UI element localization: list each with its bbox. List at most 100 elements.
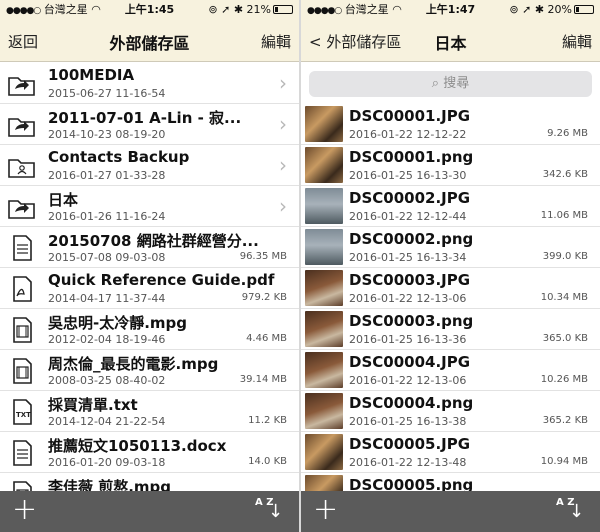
item-size: 10.26 MB	[540, 374, 588, 385]
item-date: 2016-01-22 12-13-48	[349, 456, 467, 469]
screenshot-stage: ●●●●○ 台灣之星 ◠ 上午1:45 ⊚ ➚ ✱ 21% 返回 外部儲存區 編…	[0, 0, 600, 532]
sort-button[interactable]: A Z ↓	[255, 497, 285, 527]
photo-thumbnail	[305, 147, 343, 183]
item-size: 14.0 KB	[248, 456, 287, 467]
pdf-icon	[4, 272, 40, 305]
bluetooth-icon: ✱	[534, 3, 545, 16]
item-date: 2016-01-22 12-12-44	[349, 210, 467, 223]
item-date: 2014-12-04 21-22-54	[48, 415, 166, 428]
list-item[interactable]: 周杰倫_最長的電影.mpg 2008-03-25 08-40-02 39.14 MB	[0, 350, 299, 391]
file-list: 100MEDIA 2015-06-27 11-16-54 › 2011-07-01 A…	[0, 63, 299, 514]
item-size: 10.94 MB	[540, 456, 588, 467]
edit-button[interactable]: 編輯	[562, 31, 592, 52]
location-icon: ➚	[221, 3, 231, 16]
item-name: 採買清單.txt	[48, 396, 138, 414]
chevron-right-icon: ›	[279, 194, 287, 218]
list-item[interactable]: DSC00001.png 2016-01-25 16-13-30 342.6 KB	[301, 145, 600, 186]
item-date: 2015-06-27 11-16-54	[48, 87, 166, 100]
item-name: DSC00004.png	[349, 394, 474, 412]
list-item[interactable]: TXT 採買清單.txt 2014-12-04 21-22-54 11.2 KB	[0, 391, 299, 432]
item-size: 342.6 KB	[542, 169, 588, 180]
battery-percent: 20%	[547, 3, 572, 16]
list-item[interactable]: 日本 2016-01-26 11-16-24 ›	[0, 186, 299, 227]
item-size: 10.34 MB	[540, 292, 588, 303]
item-name: 周杰倫_最長的電影.mpg	[48, 355, 219, 373]
nav-bar: 返回 外部儲存區 編輯	[0, 20, 299, 62]
item-date: 2015-07-08 09-03-08	[48, 251, 166, 264]
item-date: 2012-02-04 18-19-46	[48, 333, 166, 346]
item-name: DSC00004.JPG	[349, 353, 471, 371]
list-item[interactable]: DSC00004.png 2016-01-25 16-13-38 365.2 KB	[301, 391, 600, 432]
item-name: 100MEDIA	[48, 66, 135, 84]
search-input[interactable]: ⌕ 搜尋	[309, 71, 592, 97]
txt-icon: TXT	[4, 395, 40, 428]
list-item[interactable]: 吳忠明-太冷靜.mpg 2012-02-04 18-19-46 4.46 MB	[0, 309, 299, 350]
item-size: 96.35 MB	[239, 251, 287, 262]
right-screen: ●●●●○ 台灣之星 ◠ 上午1:47 ⊚ ➚ ✱ 20% < 外部儲存區 日本…	[301, 0, 600, 532]
item-date: 2016-01-22 12-13-06	[349, 292, 467, 305]
item-date: 2016-01-27 01-33-28	[48, 169, 166, 182]
item-size: 39.14 MB	[239, 374, 287, 385]
video-icon	[4, 354, 40, 387]
edit-button[interactable]: 編輯	[261, 31, 291, 52]
search-placeholder: 搜尋	[443, 76, 470, 91]
document-icon	[4, 436, 40, 469]
lock-rotation-icon: ⊚	[208, 3, 218, 16]
item-date: 2014-10-23 08-19-20	[48, 128, 166, 141]
item-date: 2016-01-22 12-12-22	[349, 128, 467, 141]
list-item[interactable]: DSC00003.png 2016-01-25 16-13-36 365.0 KB	[301, 309, 600, 350]
document-icon	[4, 231, 40, 264]
list-item[interactable]: DSC00002.JPG 2016-01-22 12-12-44 11.06 MB	[301, 186, 600, 227]
list-item[interactable]: Contacts Backup 2016-01-27 01-33-28 ›	[0, 145, 299, 186]
left-screen: ●●●●○ 台灣之星 ◠ 上午1:45 ⊚ ➚ ✱ 21% 返回 外部儲存區 編…	[0, 0, 299, 532]
chevron-right-icon: ›	[279, 153, 287, 177]
item-name: 20150708 網路社群經營分...	[48, 232, 259, 250]
item-date: 2008-03-25 08-40-02	[48, 374, 166, 387]
item-name: DSC00003.JPG	[349, 271, 471, 289]
bluetooth-icon: ✱	[233, 3, 244, 16]
list-item[interactable]: 20150708 網路社群經營分... 2015-07-08 09-03-08 96…	[0, 227, 299, 268]
add-button[interactable]: +	[12, 495, 37, 525]
item-size: 4.46 MB	[246, 333, 287, 344]
list-item[interactable]: DSC00005.JPG 2016-01-22 12-13-48 10.94 MB	[301, 432, 600, 473]
battery-percent: 21%	[246, 3, 271, 16]
lock-rotation-icon: ⊚	[509, 3, 519, 16]
page-title: 外部儲存區	[109, 34, 190, 53]
chevron-right-icon: ›	[279, 71, 287, 95]
list-item[interactable]: 100MEDIA 2015-06-27 11-16-54 ›	[0, 63, 299, 104]
item-name: DSC00001.JPG	[349, 107, 471, 125]
battery-icon	[273, 5, 293, 14]
list-item[interactable]: DSC00003.JPG 2016-01-22 12-13-06 10.34 MB	[301, 268, 600, 309]
sort-arrow-icon: ↓	[268, 501, 284, 522]
list-item[interactable]: DSC00002.png 2016-01-25 16-13-34 399.0 KB	[301, 227, 600, 268]
chevron-right-icon: ›	[279, 112, 287, 136]
item-name: 日本	[48, 191, 79, 209]
item-date: 2016-01-20 09-03-18	[48, 456, 166, 469]
list-item[interactable]: 2011-07-01 A-Lin - 寂... 2014-10-23 08-19-…	[0, 104, 299, 145]
list-item[interactable]: DSC00004.JPG 2016-01-22 12-13-06 10.26 MB	[301, 350, 600, 391]
photo-thumbnail	[305, 393, 343, 429]
file-list: DSC00001.JPG 2016-01-22 12-12-22 9.26 MB DS…	[301, 104, 600, 514]
bottom-toolbar: + A Z ↓	[0, 491, 299, 532]
item-name: Quick Reference Guide.pdf	[48, 271, 275, 289]
item-name: 2011-07-01 A-Lin - 寂...	[48, 109, 242, 127]
location-icon: ➚	[522, 3, 532, 16]
list-item[interactable]: DSC00001.JPG 2016-01-22 12-12-22 9.26 MB	[301, 104, 600, 145]
item-size: 11.06 MB	[540, 210, 588, 221]
item-size: 365.0 KB	[542, 333, 588, 344]
item-name: DSC00002.JPG	[349, 189, 471, 207]
status-right: ⊚ ➚ ✱ 20%	[509, 0, 594, 20]
item-date: 2016-01-25 16-13-36	[349, 333, 467, 346]
item-date: 2016-01-22 12-13-06	[349, 374, 467, 387]
photo-thumbnail	[305, 352, 343, 388]
add-button[interactable]: +	[313, 495, 338, 525]
photo-thumbnail	[305, 188, 343, 224]
photo-thumbnail	[305, 270, 343, 306]
item-size: 399.0 KB	[542, 251, 588, 262]
list-item[interactable]: Quick Reference Guide.pdf 2014-04-17 11-3…	[0, 268, 299, 309]
search-icon: ⌕	[431, 76, 440, 91]
list-item[interactable]: 推薦短文1050113.docx 2016-01-20 09-03-18 14.0 …	[0, 432, 299, 473]
item-name: DSC00005.JPG	[349, 435, 471, 453]
item-name: DSC00001.png	[349, 148, 474, 166]
sort-button[interactable]: A Z ↓	[556, 497, 586, 527]
